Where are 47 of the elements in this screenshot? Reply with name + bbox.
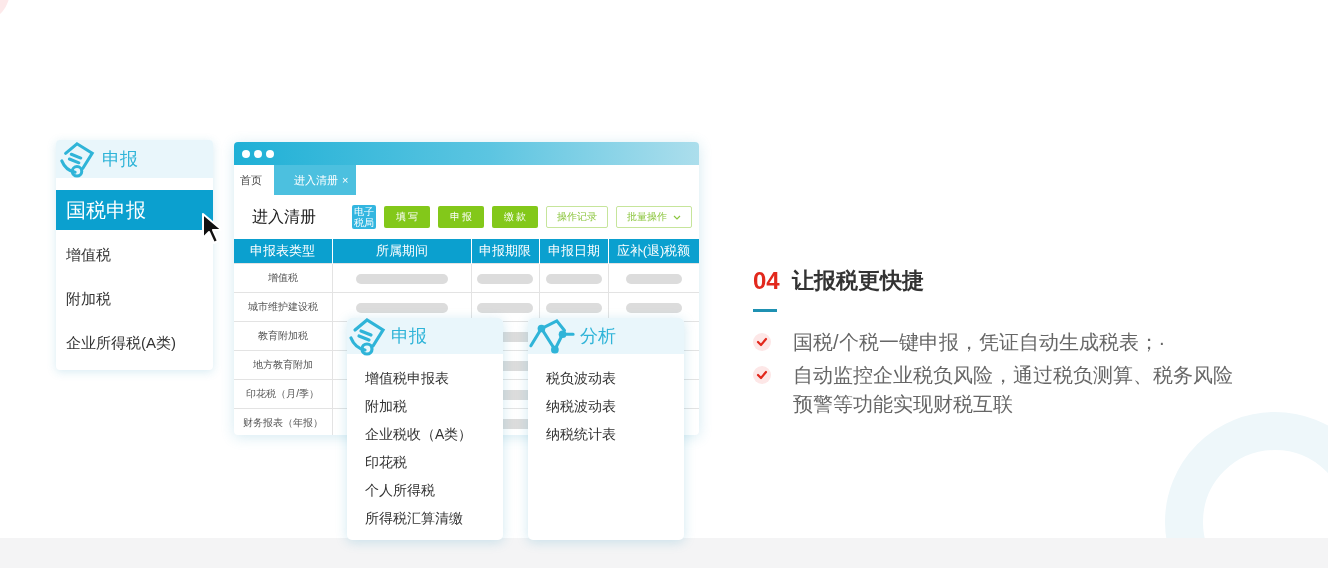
card-title: 申报: [391, 325, 427, 348]
feature-text: 国税/个税一键申报，凭证自动生成税表；·: [793, 330, 1167, 355]
document-icon: [347, 316, 387, 356]
placeholder-bar: [625, 273, 682, 284]
menu-item[interactable]: 纳税波动表: [546, 392, 684, 420]
menu-item[interactable]: 个人所得税: [365, 476, 503, 504]
menu-item[interactable]: 增值税: [56, 234, 213, 276]
table-cell: 城市维护建设税: [234, 292, 332, 322]
check-icon: [753, 366, 771, 384]
menu-item[interactable]: 纳税统计表: [546, 420, 684, 448]
column-header: 应补(退)税额: [608, 239, 699, 264]
placeholder-bar: [477, 302, 533, 313]
column-header: 申报表类型: [234, 239, 332, 264]
section-number: 04: [753, 267, 780, 295]
column-header: 申报期限: [471, 239, 539, 264]
window-dot-icon: [254, 149, 262, 158]
menu-item[interactable]: 企业所得税(A类): [56, 322, 213, 364]
menu-item[interactable]: 附加税: [365, 392, 503, 420]
table-cell: 增值税: [234, 263, 332, 293]
feature-text: 自动监控企业税负风险，通过税负测算、税务风险预警等功能实现财税互联: [793, 363, 1234, 417]
tab[interactable]: 首页: [234, 165, 274, 195]
card-title: 分析: [580, 325, 616, 348]
menu-item[interactable]: 税负波动表: [546, 364, 684, 392]
menu-item[interactable]: 增值税申报表: [365, 364, 503, 392]
menu-item[interactable]: 附加税: [56, 278, 213, 320]
card-title: 申报: [102, 148, 138, 171]
menu-item[interactable]: 印花税: [365, 448, 503, 476]
table-cell: 教育附加税: [234, 321, 332, 351]
placeholder-bar: [625, 302, 682, 313]
window-dot-icon: [266, 149, 274, 158]
check-icon: [753, 333, 771, 351]
section-title: 让报税更快捷: [791, 267, 924, 295]
column-header: 申报日期: [539, 239, 608, 264]
menu-item[interactable]: 企业税收（A类）: [365, 420, 503, 448]
table-cell: 印花税（月/季）: [234, 379, 332, 409]
window-dot-icon: [242, 149, 250, 158]
badge-icon: 电子税局: [352, 205, 376, 229]
menu-item[interactable]: 所得税汇算清缴: [365, 504, 503, 532]
chevron-down-icon: [673, 214, 681, 220]
column-header: 所属期间: [332, 239, 471, 264]
line-chart-icon: [528, 316, 576, 356]
document-icon: [58, 140, 96, 178]
placeholder-bar: [477, 273, 533, 284]
placeholder-bar: [545, 273, 602, 284]
table-cell: 地方教育附加: [234, 350, 332, 380]
page-title: 进入清册: [252, 206, 317, 227]
placeholder-bar: [545, 302, 602, 313]
